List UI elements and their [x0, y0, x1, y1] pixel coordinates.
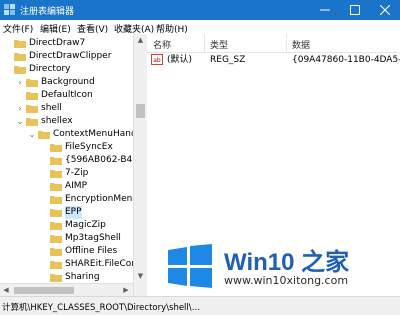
- tree-item-label: DirectDrawClipper: [29, 51, 112, 61]
- tree-item-label: Directory: [29, 64, 71, 74]
- tree-item-label: shell: [41, 103, 62, 113]
- tree-item[interactable]: › shell: [0, 102, 133, 115]
- value-row[interactable]: ab (默认) REG_SZ {09A47860-11B0-4DA5-AFA: [147, 54, 400, 67]
- tree-item-label: 7-Zip: [65, 168, 89, 178]
- tree-item-label: DefaultIcon: [41, 90, 93, 100]
- values-header: 名称 类型 数据: [147, 34, 400, 53]
- string-value-icon: ab: [151, 54, 163, 65]
- expand-right-icon[interactable]: ›: [16, 102, 24, 115]
- maximize-button[interactable]: [340, 0, 370, 20]
- folder-icon: [50, 209, 62, 217]
- tree-item-label: shellex: [41, 116, 73, 126]
- tree-item[interactable]: › Background: [0, 76, 133, 89]
- tree-item[interactable]: Offline Files: [0, 245, 133, 258]
- windows-logo-icon: [168, 244, 212, 288]
- hscroll-thumb[interactable]: [14, 287, 74, 294]
- column-name[interactable]: 名称: [153, 38, 171, 51]
- tree-item[interactable]: SHAREit.FileContextI: [0, 258, 146, 271]
- value-name: (默认): [167, 55, 193, 65]
- folder-icon: [26, 118, 38, 126]
- value-data: {09A47860-11B0-4DA5-AFA: [292, 55, 400, 65]
- tree-item[interactable]: ⌄ ContextMenuHandlers: [0, 128, 146, 141]
- folder-icon: [50, 235, 62, 243]
- expand-down-icon[interactable]: ⌄: [16, 115, 24, 128]
- folder-icon: [14, 66, 26, 74]
- tree-item-label: Mp3tagShell: [65, 233, 121, 243]
- folder-icon: [50, 222, 62, 230]
- tree-item[interactable]: EncryptionMenu: [0, 193, 138, 206]
- close-button[interactable]: [370, 0, 400, 20]
- expand-right-icon[interactable]: ›: [16, 76, 24, 89]
- column-data[interactable]: 数据: [292, 38, 310, 51]
- folder-icon: [14, 53, 26, 61]
- tree-item-label: EPP: [65, 206, 82, 219]
- tree-vertical-scrollbar[interactable]: ▲ ▼: [133, 34, 147, 296]
- folder-icon: [26, 79, 38, 87]
- minimize-button[interactable]: [310, 0, 340, 20]
- regedit-icon: [4, 4, 15, 15]
- tree-item[interactable]: Mp3tagShell: [0, 232, 133, 245]
- tree-item-label: AIMP: [65, 181, 88, 191]
- folder-icon: [50, 248, 62, 256]
- column-divider: [286, 34, 287, 52]
- tree-item[interactable]: EPP: [0, 206, 133, 219]
- tree-item[interactable]: MagicZip: [0, 219, 133, 232]
- watermark: Win10 之家 www.win10xitong.com: [168, 240, 400, 296]
- close-icon: [380, 5, 390, 15]
- tree-item[interactable]: 7-Zip: [0, 167, 133, 180]
- folder-icon: [38, 131, 50, 139]
- registry-tree[interactable]: DirectDraw7 DirectDrawClipper Directory › Ba…: [0, 34, 147, 296]
- scroll-up-icon[interactable]: ▲: [134, 34, 147, 46]
- watermark-url: www.win10xitong.com: [224, 274, 349, 287]
- scroll-down-icon[interactable]: ▼: [134, 270, 147, 282]
- tree-item-label: EncryptionMenu: [65, 194, 139, 204]
- watermark-title: Win10 之家: [224, 249, 350, 276]
- tree-item[interactable]: AIMP: [0, 180, 133, 193]
- tree-item-label: Offline Files: [65, 246, 118, 256]
- tree-item[interactable]: FileSyncEx: [0, 141, 133, 154]
- tree-horizontal-scrollbar[interactable]: ◀ ▶: [0, 283, 133, 297]
- scroll-thumb[interactable]: [136, 104, 145, 118]
- tree-item[interactable]: DefaultIcon: [0, 89, 133, 102]
- tree-item[interactable]: DirectDraw7: [0, 37, 133, 50]
- maximize-icon: [350, 5, 360, 15]
- column-divider: [204, 34, 205, 52]
- folder-icon: [14, 40, 26, 48]
- folder-icon: [50, 274, 62, 282]
- status-bar: 计算机\HKEY_CLASSES_ROOT\Directory\shell\…: [0, 296, 400, 315]
- folder-icon: [50, 261, 62, 269]
- status-path: 计算机\HKEY_CLASSES_ROOT\Directory\shell\…: [2, 303, 201, 313]
- tree-item[interactable]: Directory: [0, 63, 133, 76]
- tree-item-label: MagicZip: [65, 220, 106, 230]
- folder-icon: [50, 157, 62, 165]
- menu-bar: 文件(F) 编辑(E) 查看(V) 收藏夹(A) 帮助(H): [0, 20, 400, 35]
- folder-icon: [50, 196, 62, 204]
- tree-item[interactable]: {596AB062-B4D2-42: [0, 154, 146, 167]
- folder-icon: [50, 144, 62, 152]
- tree-item[interactable]: ⌄ shellex: [0, 115, 133, 128]
- window-title: 注册表编辑器: [20, 7, 75, 17]
- folder-icon: [26, 92, 38, 100]
- expand-down-icon[interactable]: ⌄: [28, 128, 36, 141]
- tree-item-label: DirectDraw7: [29, 38, 86, 48]
- minimize-icon: [320, 9, 330, 11]
- folder-icon: [50, 183, 62, 191]
- tree-item-label: Background: [41, 77, 95, 87]
- folder-icon: [50, 170, 62, 178]
- column-type[interactable]: 类型: [210, 38, 228, 51]
- tree-item-label: FileSyncEx: [65, 142, 113, 152]
- title-bar: 注册表编辑器: [0, 0, 400, 20]
- tree-item[interactable]: DirectDrawClipper: [0, 50, 133, 63]
- value-type: REG_SZ: [210, 55, 246, 65]
- folder-icon: [26, 105, 38, 113]
